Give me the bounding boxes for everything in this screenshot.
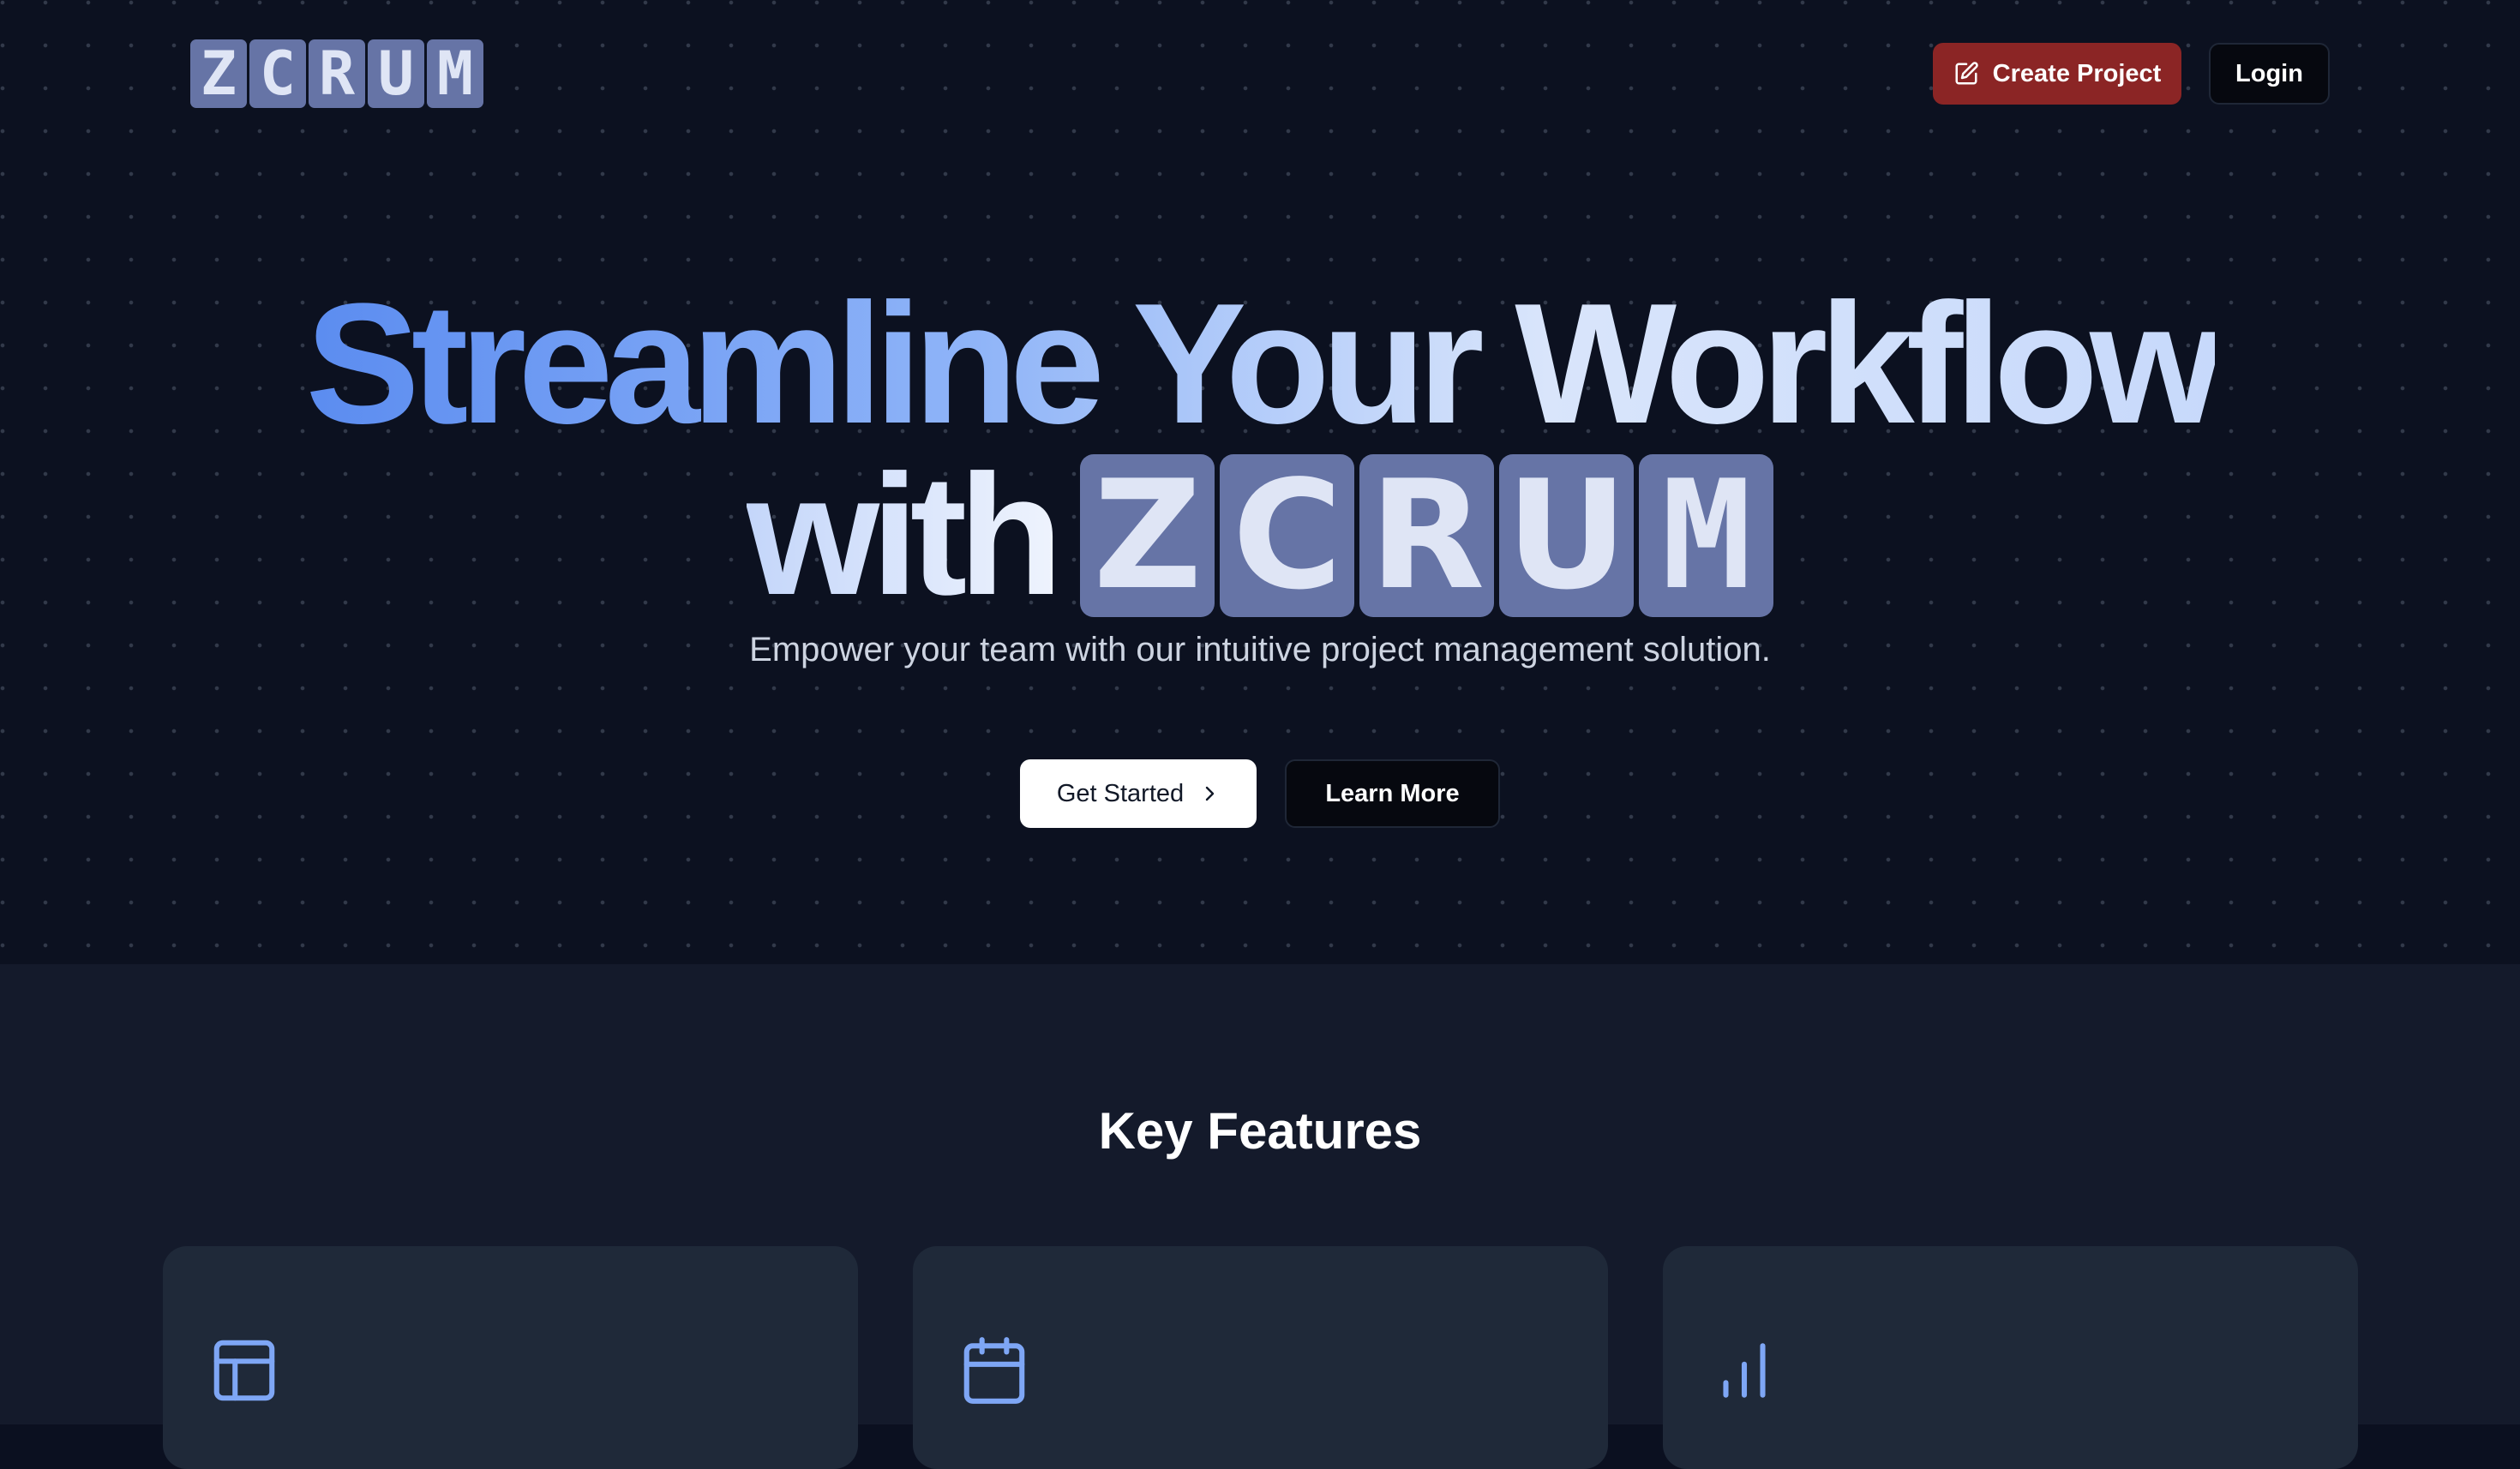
- feature-card: [163, 1246, 858, 1469]
- headline-with: with: [746, 440, 1064, 631]
- get-started-button[interactable]: Get Started: [1020, 759, 1257, 828]
- features-section: Key Features: [0, 964, 2520, 1469]
- hero-logo-letter-m: M: [1639, 454, 1774, 617]
- zcrum-logo[interactable]: Z C R U M: [190, 39, 483, 108]
- hero-subtitle: Empower your team with our intuitive pro…: [749, 631, 1771, 669]
- create-project-button[interactable]: Create Project: [1933, 43, 2181, 105]
- logo-letter-m: M: [427, 39, 483, 108]
- logo-letter-r: R: [309, 39, 365, 108]
- hero-logo-letter-u: U: [1499, 454, 1635, 617]
- get-started-label: Get Started: [1056, 779, 1185, 807]
- hero-logo-letter-z: Z: [1080, 454, 1215, 617]
- logo-letter-u: U: [368, 39, 424, 108]
- logo-letter-c: C: [249, 39, 306, 108]
- hero-section: Z C R U M Create Project Login Streamlin…: [0, 0, 2520, 964]
- login-button[interactable]: Login: [2209, 43, 2330, 105]
- feature-card: [1663, 1246, 2358, 1469]
- chevron-right-icon: [1199, 783, 1220, 804]
- hero-logo-letter-r: R: [1359, 454, 1495, 617]
- layout-icon: [207, 1334, 281, 1407]
- learn-more-button[interactable]: Learn More: [1285, 759, 1500, 828]
- hero-headline: Streamline Your Workflow: [0, 279, 2520, 450]
- headline-line-1: Streamline Your Workflow: [305, 268, 2223, 459]
- create-project-label: Create Project: [1992, 59, 2162, 87]
- feature-card: [913, 1246, 1608, 1469]
- logo-letter-z: Z: [190, 39, 247, 108]
- calendar-icon: [957, 1334, 1031, 1407]
- bar-chart-icon: [1707, 1334, 1781, 1407]
- features-title: Key Features: [1098, 1102, 1422, 1160]
- edit-icon: [1953, 61, 1979, 87]
- hero-zcrum-logo: Z C R U M: [1080, 454, 1774, 617]
- hero-logo-letter-c: C: [1220, 454, 1355, 617]
- headline-line-2: with Z C R U M: [0, 450, 2520, 621]
